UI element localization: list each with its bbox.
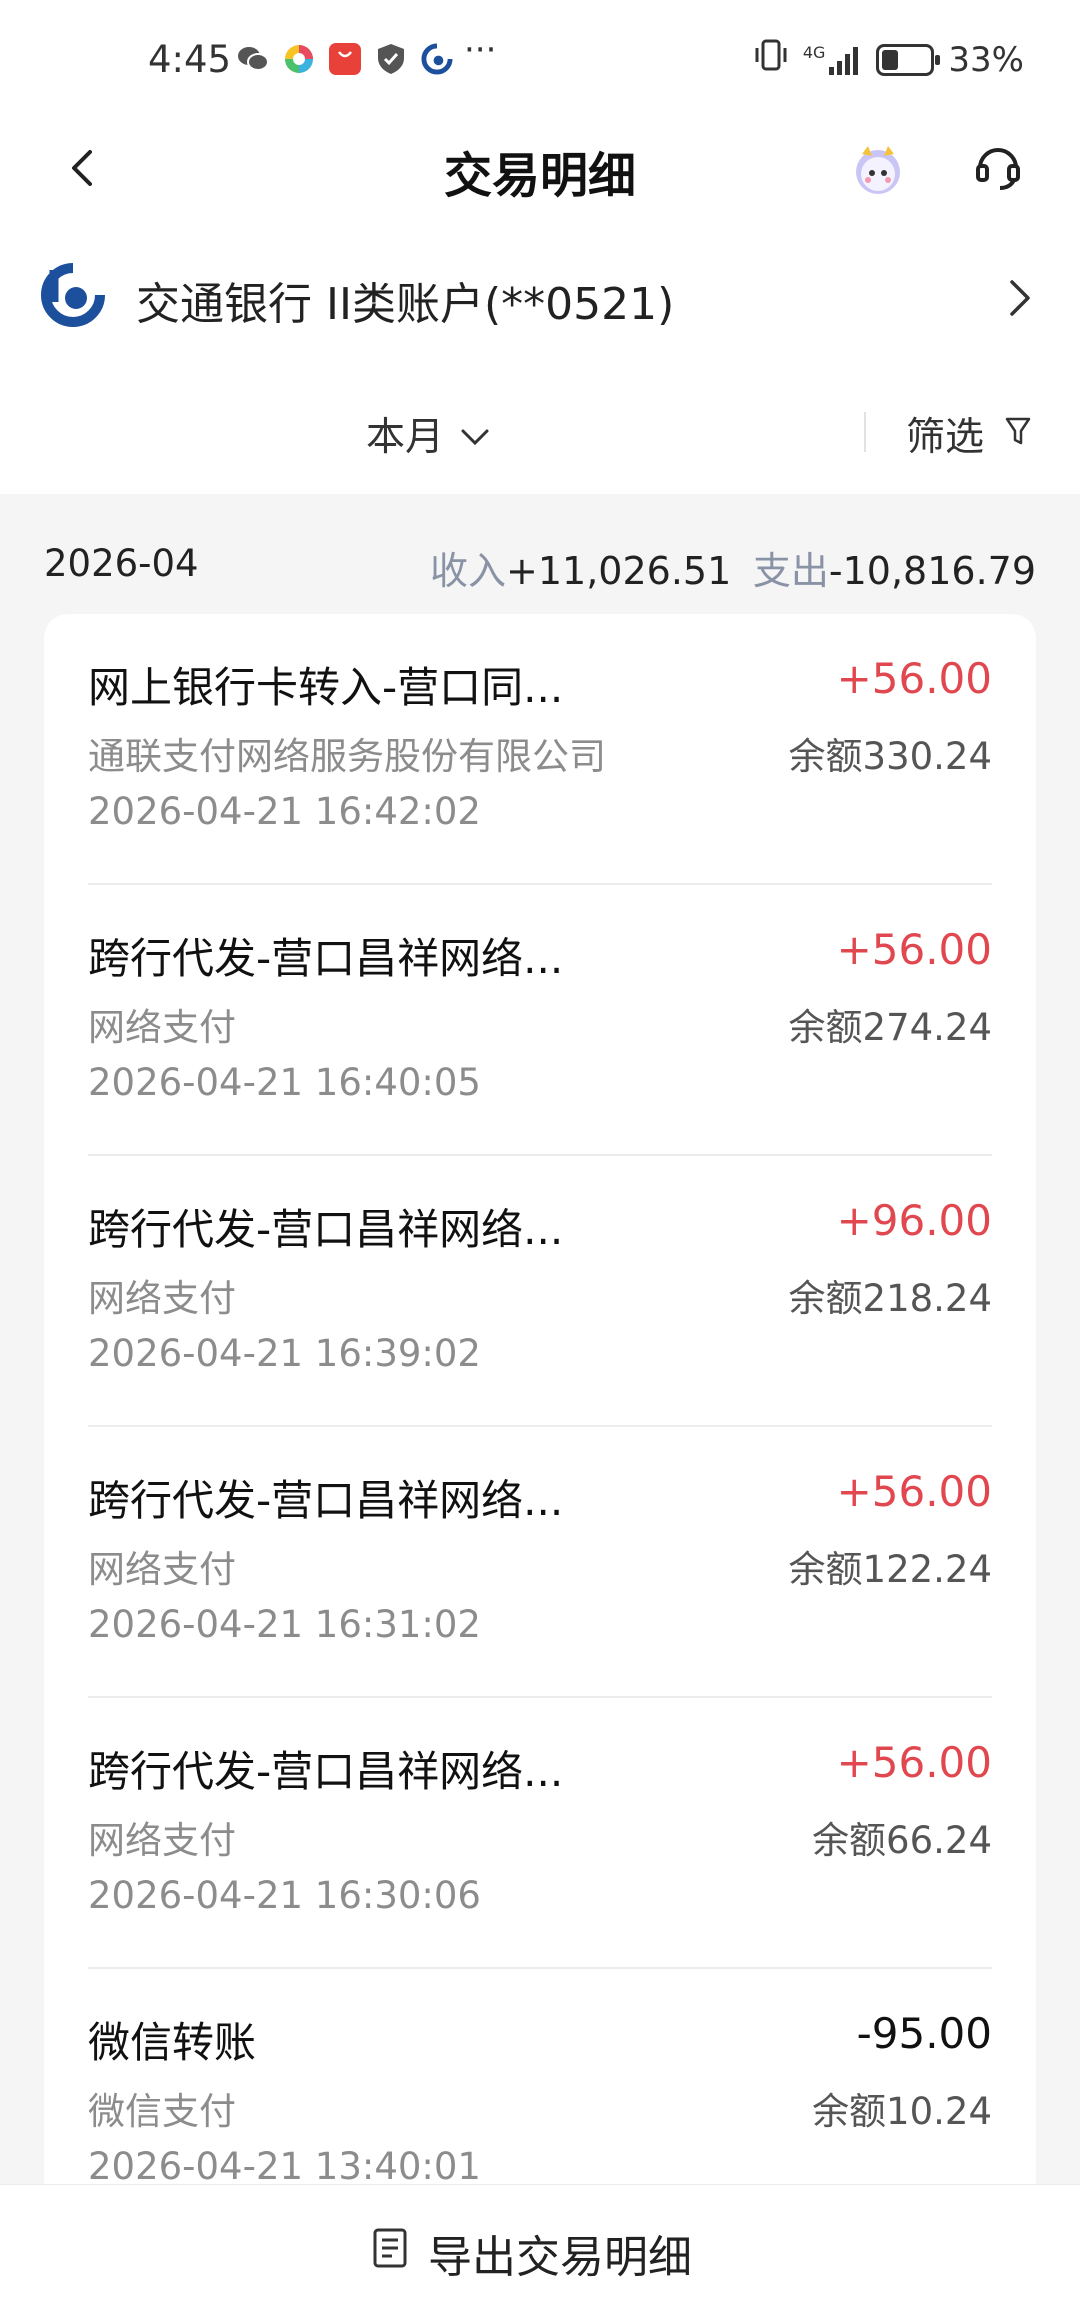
notification-icons <box>236 42 454 76</box>
filter-divider <box>864 412 866 452</box>
period-dropdown[interactable]: 本月 <box>366 406 490 462</box>
vibrate-icon <box>753 38 789 81</box>
transaction-balance: 余额218.24 <box>788 1277 992 1320</box>
battery-icon <box>876 43 941 76</box>
status-right: 4G 33% <box>753 38 1024 81</box>
transaction-balance: 余额10.24 <box>812 2090 992 2133</box>
funnel-icon <box>1004 412 1032 457</box>
chevron-right-icon <box>1000 274 1040 322</box>
transaction-time: 2026-04-21 16:39:02 <box>88 1332 481 1375</box>
transaction-item[interactable]: 跨行代发-营口昌祥网络... 网络支付 2026-04-21 16:40:05 … <box>44 885 1036 1156</box>
chevron-down-icon <box>460 412 490 457</box>
status-time: 4:45 <box>148 38 232 81</box>
summary-expense: 支出-10,816.79 <box>753 540 1036 595</box>
transaction-counterparty: 微信支付 <box>88 2090 236 2133</box>
header: 交易明细 <box>0 120 1080 216</box>
app-colorful-icon <box>282 42 316 76</box>
transaction-title: 跨行代发-营口昌祥网络... <box>88 1476 564 1525</box>
mascot-icon[interactable] <box>850 140 906 196</box>
transaction-balance: 余额66.24 <box>812 1819 992 1862</box>
filter-row: 本月 筛选 <box>0 376 1080 494</box>
transaction-time: 2026-04-21 16:42:02 <box>88 790 481 833</box>
filter-button[interactable]: 筛选 <box>906 406 1032 462</box>
transaction-title: 跨行代发-营口昌祥网络... <box>88 934 564 983</box>
transaction-time: 2026-04-21 16:31:02 <box>88 1603 481 1646</box>
transaction-time: 2026-04-21 16:30:06 <box>88 1874 481 1917</box>
battery-fill <box>882 49 898 70</box>
transaction-balance: 余额274.24 <box>788 1006 992 1049</box>
transaction-title: 跨行代发-营口昌祥网络... <box>88 1205 564 1254</box>
account-selector[interactable]: 交通银行 II类账户(**0521) <box>0 216 1080 376</box>
customer-service-icon[interactable] <box>970 138 1026 194</box>
month-summary: 2026-04 收入+11,026.51 支出-10,816.79 <box>0 494 1080 614</box>
summary-income: 收入+11,026.51 <box>430 540 731 595</box>
transaction-amount: +56.00 <box>836 1738 992 1787</box>
transaction-item[interactable]: 跨行代发-营口昌祥网络... 网络支付 2026-04-21 16:31:02 … <box>44 1427 1036 1698</box>
expense-value: -10,816.79 <box>828 549 1036 593</box>
transaction-list: 网上银行卡转入-营口同... 通联支付网络服务股份有限公司 2026-04-21… <box>44 614 1036 2310</box>
summary-month: 2026-04 <box>44 542 199 585</box>
export-button[interactable]: 导出交易明细 <box>372 2221 692 2285</box>
document-icon <box>372 2228 408 2279</box>
shield-icon <box>374 42 408 76</box>
transaction-title: 跨行代发-营口昌祥网络... <box>88 1747 564 1796</box>
transaction-title: 网上银行卡转入-营口同... <box>88 663 564 712</box>
expense-label: 支出 <box>752 549 829 593</box>
transaction-balance: 余额122.24 <box>788 1548 992 1591</box>
more-notifications-icon: ··· <box>464 30 497 70</box>
transaction-item[interactable]: 网上银行卡转入-营口同... 通联支付网络服务股份有限公司 2026-04-21… <box>44 614 1036 885</box>
transaction-title: 微信转账 <box>88 2018 257 2067</box>
filter-label: 筛选 <box>906 415 985 460</box>
page-title: 交易明细 <box>443 148 636 204</box>
network-type: 4G <box>802 42 826 62</box>
transaction-time: 2026-04-21 13:40:01 <box>88 2145 481 2188</box>
transaction-item[interactable]: 跨行代发-营口昌祥网络... 网络支付 2026-04-21 16:39:02 … <box>44 1156 1036 1427</box>
transaction-counterparty: 网络支付 <box>88 1548 236 1591</box>
transaction-time: 2026-04-21 16:40:05 <box>88 1061 481 1104</box>
battery-percent: 33% <box>948 39 1024 80</box>
transaction-amount: +96.00 <box>836 1196 992 1245</box>
period-label: 本月 <box>366 415 445 460</box>
huawei-store-icon <box>328 42 362 76</box>
status-bar: 4:45 ··· 4G 33% <box>0 0 1080 120</box>
transaction-amount: +56.00 <box>836 1467 992 1516</box>
transaction-item[interactable]: 跨行代发-营口昌祥网络... 网络支付 2026-04-21 16:30:06 … <box>44 1698 1036 1969</box>
bottom-bar: 导出交易明细 <box>0 2184 1080 2310</box>
wechat-icon <box>236 42 270 76</box>
transaction-amount: -95.00 <box>856 2009 992 2058</box>
signal-icon: 4G <box>802 42 863 75</box>
transaction-counterparty: 网络支付 <box>88 1277 236 1320</box>
transaction-counterparty: 网络支付 <box>88 1819 236 1862</box>
transaction-amount: +56.00 <box>836 654 992 703</box>
transaction-amount: +56.00 <box>836 925 992 974</box>
account-name: 交通银行 II类账户(**0521) <box>136 279 675 330</box>
transaction-counterparty: 通联支付网络服务股份有限公司 <box>88 735 606 778</box>
transaction-balance: 余额330.24 <box>788 735 992 778</box>
export-label: 导出交易明细 <box>428 2232 692 2283</box>
transaction-counterparty: 网络支付 <box>88 1006 236 1049</box>
income-label: 收入 <box>430 549 507 593</box>
bank-logo-icon <box>40 262 106 328</box>
income-value: +11,026.51 <box>506 549 732 593</box>
bank-app-icon <box>420 42 454 76</box>
